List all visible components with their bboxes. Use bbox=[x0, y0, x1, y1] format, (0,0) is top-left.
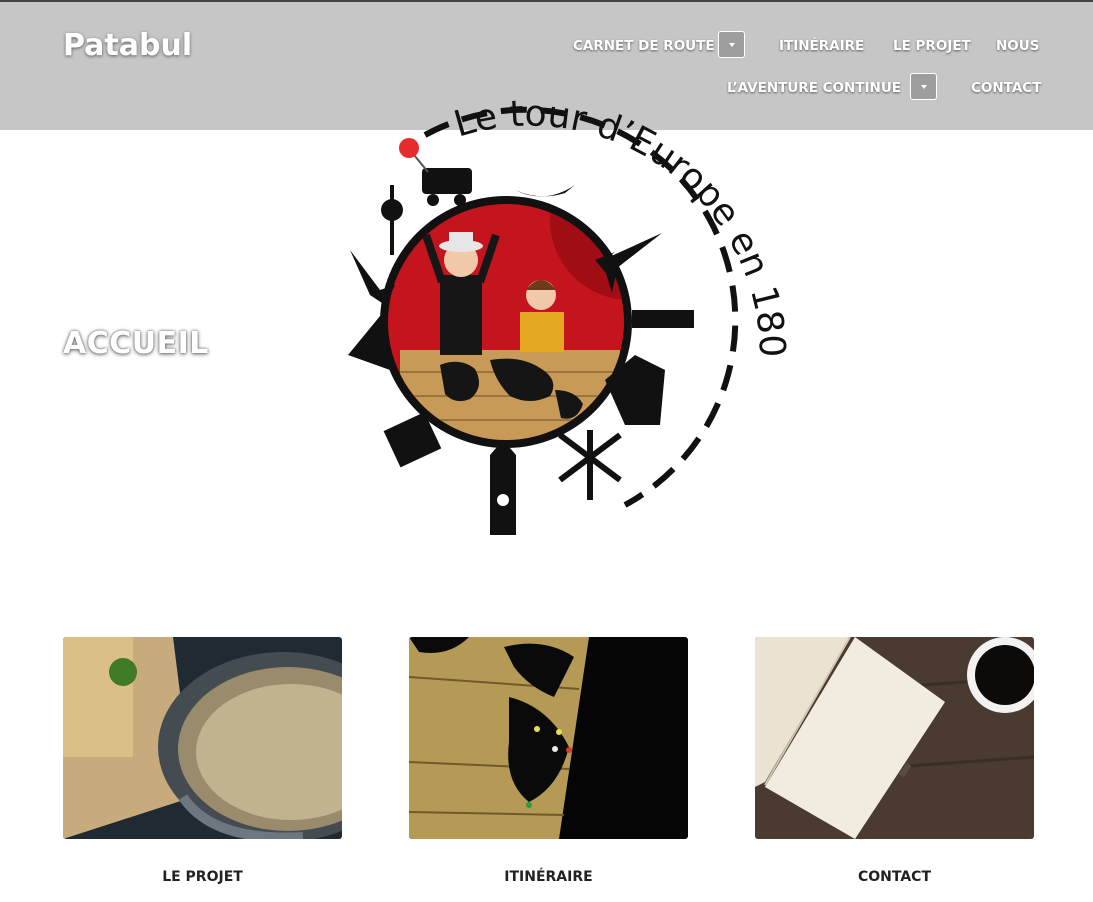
nav-le-projet[interactable]: LE PROJET bbox=[893, 38, 971, 54]
tree-icon bbox=[348, 310, 390, 370]
nav-nous[interactable]: NOUS bbox=[996, 38, 1039, 54]
map-pin-icon bbox=[399, 138, 419, 158]
chevron-down-icon bbox=[728, 42, 735, 47]
cooking-pot-photo bbox=[63, 637, 342, 839]
card-link-contact[interactable]: CONTACT bbox=[755, 869, 1034, 885]
nav-carnet-de-route[interactable]: CARNET DE ROUTE bbox=[573, 38, 715, 54]
site-brand[interactable]: Patabul bbox=[63, 28, 192, 63]
carnet-dropdown-toggle[interactable] bbox=[718, 31, 745, 58]
notebook-coffee-photo bbox=[755, 637, 1034, 839]
campervan-icon bbox=[422, 168, 472, 194]
card-image-projet[interactable] bbox=[63, 637, 342, 839]
nav-contact[interactable]: CONTACT bbox=[971, 80, 1041, 96]
page-title: ACCUEIL bbox=[63, 326, 209, 361]
colosseum-icon bbox=[632, 310, 694, 328]
windmill-icon bbox=[558, 430, 622, 500]
card-link-projet[interactable]: LE PROJET bbox=[63, 869, 342, 885]
card-link-itineraire[interactable]: ITINÉRAIRE bbox=[409, 869, 688, 885]
tour-europe-logo: Le tour d’Europe en 180 jours bbox=[319, 28, 800, 560]
europe-map-pins-photo bbox=[409, 637, 688, 839]
nav-itineraire[interactable]: ITINÉRAIRE bbox=[779, 38, 864, 54]
gondola-icon bbox=[515, 185, 575, 197]
aventure-dropdown-toggle[interactable] bbox=[910, 73, 937, 100]
chevron-down-icon bbox=[920, 84, 927, 89]
card-image-contact[interactable] bbox=[755, 637, 1034, 839]
card-image-itineraire[interactable] bbox=[409, 637, 688, 839]
logo-graphic: Le tour d’Europe en 180 jours bbox=[319, 28, 792, 535]
